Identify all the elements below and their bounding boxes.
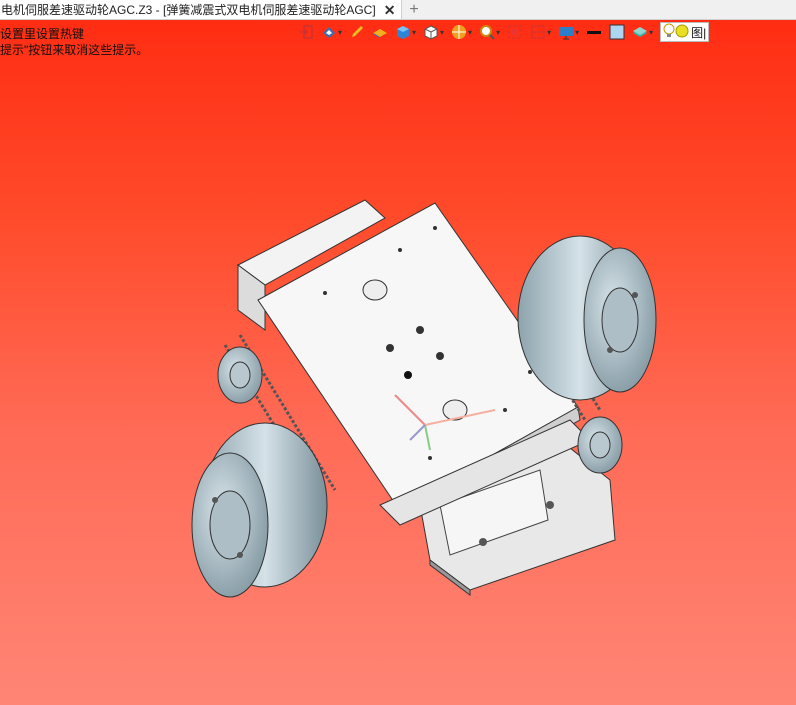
left-wheel <box>191 422 328 598</box>
sprocket-left <box>217 346 263 404</box>
agv-drive-unit-model[interactable] <box>0 0 796 705</box>
sprocket-right <box>577 416 623 474</box>
right-wheel <box>517 235 657 401</box>
